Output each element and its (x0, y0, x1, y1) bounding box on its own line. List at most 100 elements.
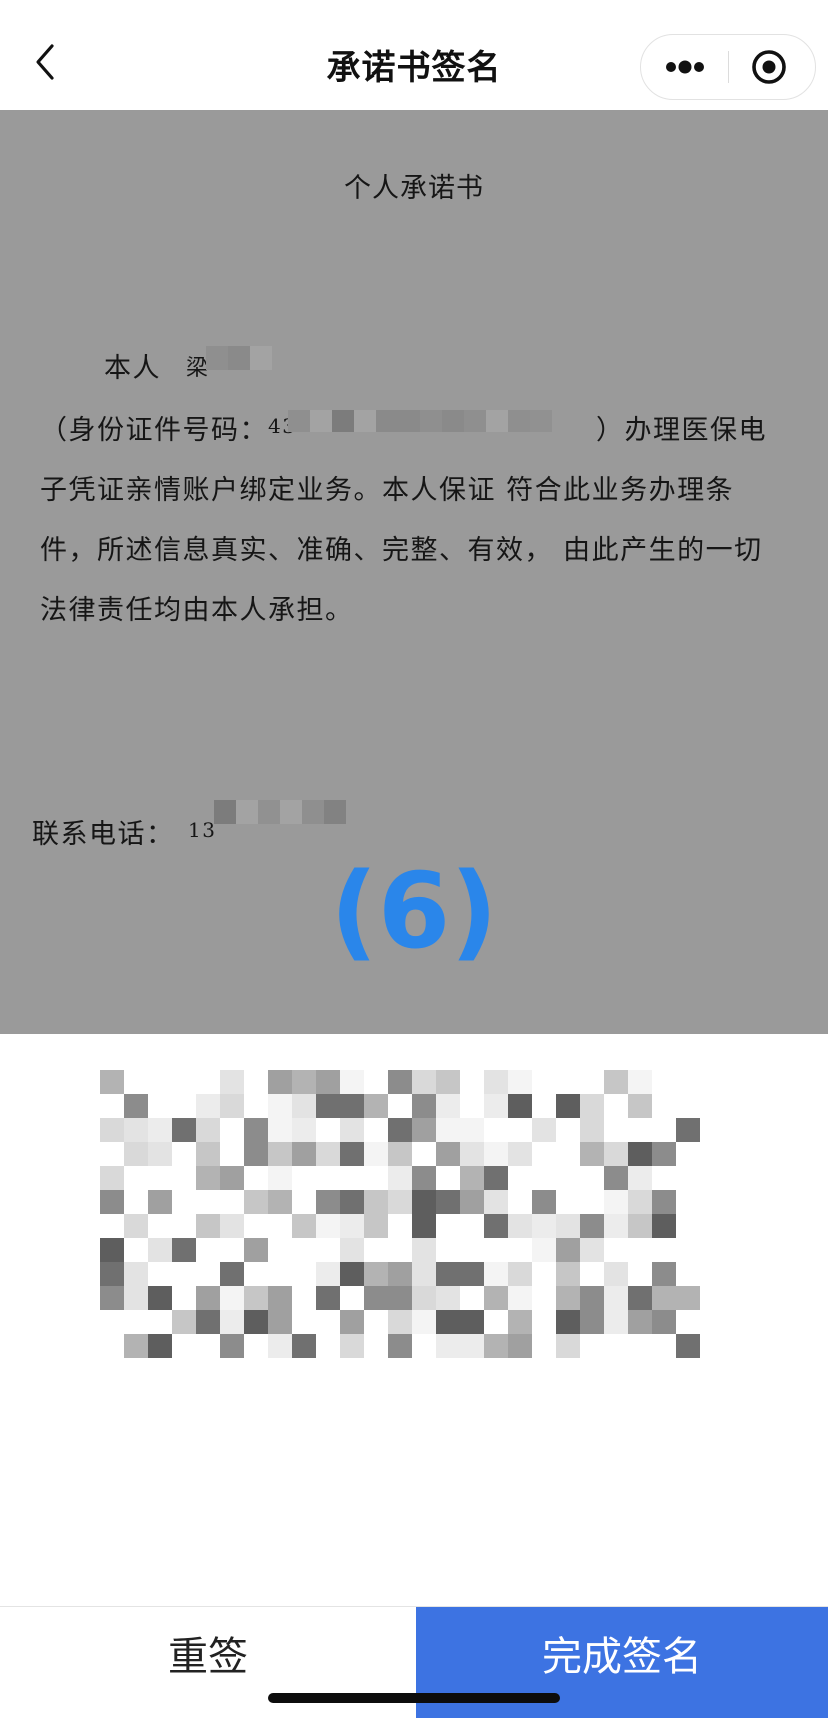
mosaic-cell (460, 1142, 484, 1166)
mosaic-cell (508, 1118, 532, 1142)
mosaic-cell (412, 1190, 436, 1214)
mosaic-cell (604, 1238, 628, 1262)
mosaic-cell (354, 410, 376, 432)
mosaic-cell (484, 1238, 508, 1262)
mosaic-cell (460, 1214, 484, 1238)
mosaic-cell (148, 1070, 172, 1094)
mosaic-cell (268, 1166, 292, 1190)
mosaic-cell (220, 1286, 244, 1310)
mosaic-cell (100, 1190, 124, 1214)
mosaic-cell (676, 1238, 700, 1262)
mosaic-cell (172, 1118, 196, 1142)
mosaic-cell (172, 1262, 196, 1286)
mosaic-cell (364, 1070, 388, 1094)
mosaic-cell (556, 1214, 580, 1238)
mosaic-cell (460, 1190, 484, 1214)
mosaic-cell (580, 1310, 604, 1334)
mosaic-cell (604, 1286, 628, 1310)
mosaic-cell (244, 1214, 268, 1238)
mosaic-cell (100, 1166, 124, 1190)
redacted-phone-number (214, 800, 346, 824)
mosaic-cell (486, 410, 508, 432)
mosaic-cell (100, 1094, 124, 1118)
mosaic-cell (652, 1286, 676, 1310)
mosaic-cell (556, 1142, 580, 1166)
mosaic-cell (388, 1166, 412, 1190)
mosaic-cell (316, 1310, 340, 1334)
mosaic-cell (556, 1238, 580, 1262)
mosaic-cell (220, 1310, 244, 1334)
mosaic-cell (460, 1094, 484, 1118)
mosaic-cell (676, 1070, 700, 1094)
mosaic-cell (412, 1262, 436, 1286)
mosaic-cell (244, 1118, 268, 1142)
mosaic-cell (196, 1190, 220, 1214)
mosaic-cell (652, 1190, 676, 1214)
mosaic-cell (484, 1070, 508, 1094)
mosaic-cell (532, 1238, 556, 1262)
mosaic-cell (484, 1142, 508, 1166)
mosaic-cell (172, 1286, 196, 1310)
mosaic-cell (148, 1334, 172, 1358)
mosaic-cell (532, 1310, 556, 1334)
mosaic-cell (148, 1118, 172, 1142)
mosaic-cell (376, 410, 398, 432)
mosaic-cell (460, 1118, 484, 1142)
mosaic-cell (580, 1118, 604, 1142)
mosaic-cell (316, 1262, 340, 1286)
mosaic-cell (316, 1070, 340, 1094)
mosaic-cell (364, 1262, 388, 1286)
mosaic-cell (580, 1190, 604, 1214)
mosaic-cell (172, 1166, 196, 1190)
mosaic-cell (340, 1166, 364, 1190)
phone-prefix: 13 (188, 818, 217, 842)
mosaic-cell (556, 1190, 580, 1214)
mosaic-cell (172, 1214, 196, 1238)
mosaic-cell (420, 410, 442, 432)
mosaic-cell (580, 1214, 604, 1238)
mosaic-cell (220, 1190, 244, 1214)
mosaic-cell (532, 1190, 556, 1214)
mosaic-cell (628, 1070, 652, 1094)
mosaic-cell (412, 1310, 436, 1334)
mosaic-cell (172, 1070, 196, 1094)
mosaic-cell (388, 1070, 412, 1094)
mosaic-cell (310, 410, 332, 432)
mosaic-cell (628, 1094, 652, 1118)
mosaic-cell (364, 1238, 388, 1262)
mosaic-cell (124, 1094, 148, 1118)
mosaic-cell (604, 1142, 628, 1166)
mosaic-cell (412, 1166, 436, 1190)
mosaic-cell (172, 1094, 196, 1118)
mosaic-cell (148, 1262, 172, 1286)
mosaic-cell (676, 1118, 700, 1142)
mosaic-cell (124, 1142, 148, 1166)
mosaic-cell (436, 1118, 460, 1142)
mosaic-cell (220, 1070, 244, 1094)
mosaic-cell (244, 1166, 268, 1190)
mosaic-cell (388, 1310, 412, 1334)
mosaic-cell (676, 1262, 700, 1286)
mosaic-cell (316, 1142, 340, 1166)
mosaic-cell (364, 1214, 388, 1238)
mosaic-cell (460, 1238, 484, 1262)
mosaic-cell (580, 1166, 604, 1190)
close-miniprogram-button[interactable] (729, 35, 815, 99)
mosaic-cell (124, 1190, 148, 1214)
mosaic-cell (220, 1334, 244, 1358)
mosaic-cell (388, 1238, 412, 1262)
signature-pad[interactable] (0, 1034, 828, 1606)
mosaic-cell (412, 1214, 436, 1238)
mosaic-cell (196, 1214, 220, 1238)
mosaic-cell (460, 1310, 484, 1334)
mosaic-cell (340, 1262, 364, 1286)
mosaic-cell (604, 1310, 628, 1334)
mosaic-cell (604, 1118, 628, 1142)
mosaic-cell (676, 1334, 700, 1358)
mosaic-cell (676, 1286, 700, 1310)
mosaic-cell (100, 1238, 124, 1262)
mosaic-cell (244, 1070, 268, 1094)
mosaic-cell (268, 1070, 292, 1094)
mosaic-cell (316, 1118, 340, 1142)
more-button[interactable] (641, 35, 728, 99)
